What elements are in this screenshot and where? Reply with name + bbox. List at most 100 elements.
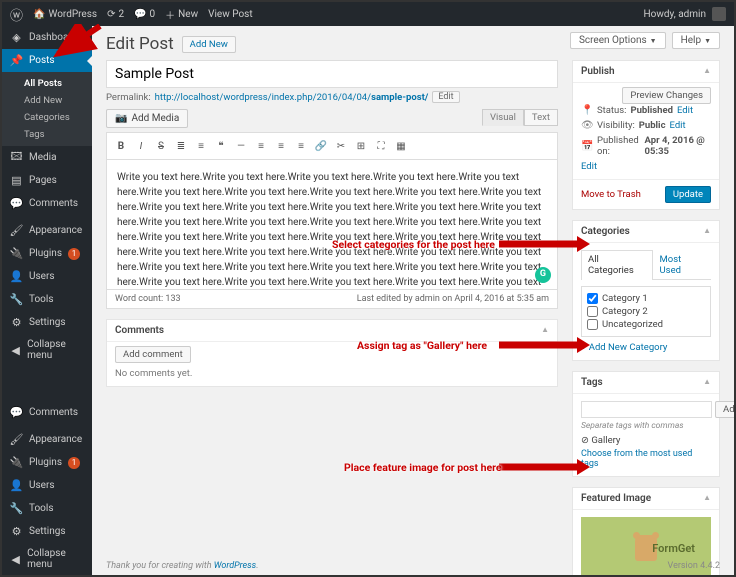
tab-all-categories[interactable]: All Categories [581, 250, 653, 280]
italic-button[interactable]: I [131, 136, 151, 156]
more-button[interactable]: ⊞ [351, 136, 371, 156]
menu-users[interactable]: 👤Users [2, 265, 92, 288]
plug-icon: 🔌 [10, 456, 23, 469]
add-comment-button[interactable]: Add comment [115, 346, 191, 363]
no-comments-text: No comments yet. [115, 368, 549, 379]
choose-tags-link[interactable]: Choose from the most used tags [581, 449, 711, 469]
menu-media[interactable]: 🖾Media [2, 146, 92, 169]
annotation-tags: Assign tag as "Gallery" here [357, 339, 487, 352]
visibility-edit[interactable]: Edit [670, 120, 686, 131]
screen-options[interactable]: Screen Options▼ [570, 32, 666, 49]
editor-toolbar: B I S ≣ ≡ ❝ — ≡ ≡ ≡ 🔗 ✂ ⊞ ⛶ ▦ [106, 132, 558, 160]
gear-icon: ⚙ [10, 316, 23, 329]
move-to-trash[interactable]: Move to Trash [581, 189, 641, 200]
add-new-button[interactable]: Add New [182, 36, 236, 53]
main-content: Screen Options▼ Help▼ Edit Post Add New … [92, 26, 734, 575]
calendar-icon: 📅 [581, 141, 593, 152]
menu-comments-2[interactable]: 💬Comments [2, 401, 92, 424]
comments-icon: 💬 [10, 406, 23, 419]
new-content[interactable]: ＋ New [165, 7, 198, 22]
menu-settings-2[interactable]: ⚙Settings [2, 520, 92, 543]
annotation-categories: Select categories for the post here [332, 238, 495, 251]
align-right-button[interactable]: ≡ [291, 136, 311, 156]
help-tab[interactable]: Help▼ [672, 32, 720, 49]
grammarly-icon[interactable]: G [535, 267, 551, 283]
avatar[interactable] [712, 7, 726, 21]
admin-sidebar: ◈Dashboard 📌Posts All Posts Add New Cate… [2, 26, 92, 575]
category-list: Category 1 Category 2 Uncategorized [581, 286, 711, 337]
categories-heading[interactable]: Categories▲ [573, 221, 719, 243]
tags-heading[interactable]: Tags▲ [573, 372, 719, 394]
publish-metabox: Publish▲ Preview Changes 📍Status: Publis… [572, 60, 720, 210]
menu-appearance-2[interactable]: 🖌Appearance [2, 428, 92, 451]
date-edit[interactable]: Edit [581, 161, 597, 172]
comments-metabox: Comments▲ Add comment No comments yet. [106, 319, 558, 387]
status-edit[interactable]: Edit [677, 105, 693, 116]
menu-settings[interactable]: ⚙Settings [2, 311, 92, 334]
featured-heading[interactable]: Featured Image▲ [573, 488, 719, 510]
comments-heading[interactable]: Comments▲ [107, 320, 557, 342]
updates-count[interactable]: ⟳ 2 [107, 9, 124, 20]
tag-input[interactable] [581, 401, 712, 418]
comments-count[interactable]: 💬 0 [134, 9, 155, 20]
publish-heading[interactable]: Publish▲ [573, 61, 719, 83]
menu-pages[interactable]: ▤Pages [2, 169, 92, 192]
menu-users-2[interactable]: 👤Users [2, 474, 92, 497]
quote-button[interactable]: ❝ [211, 136, 231, 156]
view-post[interactable]: View Post [208, 9, 252, 20]
tags-metabox: Tags▲ Add Separate tags with commas ⊘ Ga… [572, 371, 720, 477]
permalink-link[interactable]: http://localhost/wordpress/index.php/201… [155, 92, 429, 103]
fullscreen-button[interactable]: ⛶ [371, 136, 391, 156]
camera-icon: 📷 [115, 113, 127, 124]
howdy[interactable]: Howdy, admin [644, 9, 706, 20]
tab-text[interactable]: Text [524, 109, 558, 126]
align-center-button[interactable]: ≡ [271, 136, 291, 156]
update-button[interactable]: Update [665, 186, 711, 203]
menu-tools-2[interactable]: 🔧Tools [2, 497, 92, 520]
menu-tools[interactable]: 🔧Tools [2, 288, 92, 311]
existing-tag[interactable]: ⊘ Gallery [581, 435, 711, 446]
add-media-button[interactable]: 📷Add Media [106, 109, 188, 128]
tab-visual[interactable]: Visual [482, 109, 524, 126]
posts-submenu: All Posts Add New Categories Tags [2, 72, 92, 146]
bold-button[interactable]: B [111, 136, 131, 156]
admin-footer: Thank you for creating with WordPress. V… [106, 561, 720, 571]
submenu-categories[interactable]: Categories [2, 109, 92, 126]
last-edit: Last edited by admin on April 4, 2016 at… [357, 294, 549, 304]
submenu-all-posts[interactable]: All Posts [2, 75, 92, 92]
tab-most-used[interactable]: Most Used [653, 250, 711, 279]
menu-appearance[interactable]: 🖌Appearance [2, 219, 92, 242]
wp-link[interactable]: WordPress [214, 561, 256, 571]
comments-icon: 💬 [10, 197, 23, 210]
media-icon: 🖾 [10, 151, 23, 164]
wrench-icon: 🔧 [10, 293, 23, 306]
menu-plugins-2[interactable]: 🔌Plugins 1 [2, 451, 92, 474]
post-title-input[interactable] [106, 60, 558, 88]
admin-bar: ⓦ 🏠 WordPress ⟳ 2 💬 0 ＋ New View Post Ho… [2, 2, 734, 26]
link-button[interactable]: 🔗 [311, 136, 331, 156]
preview-button[interactable]: Preview Changes [622, 87, 711, 104]
unlink-button[interactable]: ✂ [331, 136, 351, 156]
category-item[interactable]: Uncategorized [587, 318, 705, 331]
submenu-tags[interactable]: Tags [2, 126, 92, 143]
ol-button[interactable]: ≡ [191, 136, 211, 156]
submenu-add-new[interactable]: Add New [2, 92, 92, 109]
menu-comments[interactable]: 💬Comments [2, 192, 92, 215]
toggle-button[interactable]: ▦ [391, 136, 411, 156]
menu-plugins[interactable]: 🔌Plugins 1 [2, 242, 92, 265]
tag-add-button[interactable]: Add [715, 401, 734, 418]
collapse-menu[interactable]: ◀Collapse menu [2, 334, 92, 366]
collapse-menu-2[interactable]: ◀Collapse menu [2, 543, 92, 575]
collapse-icon: ◀ [10, 553, 21, 566]
site-name[interactable]: 🏠 WordPress [33, 9, 97, 20]
strike-button[interactable]: S [151, 136, 171, 156]
ul-button[interactable]: ≣ [171, 136, 191, 156]
permalink-edit[interactable]: Edit [432, 91, 459, 103]
content-editor[interactable]: Write you text here.Write you text here.… [106, 160, 558, 290]
align-left-button[interactable]: ≡ [251, 136, 271, 156]
category-item[interactable]: Category 2 [587, 305, 705, 318]
add-category-link[interactable]: + Add New Category [581, 342, 711, 353]
hr-button[interactable]: — [231, 136, 251, 156]
category-item[interactable]: Category 1 [587, 292, 705, 305]
wp-logo[interactable]: ⓦ [10, 5, 23, 24]
